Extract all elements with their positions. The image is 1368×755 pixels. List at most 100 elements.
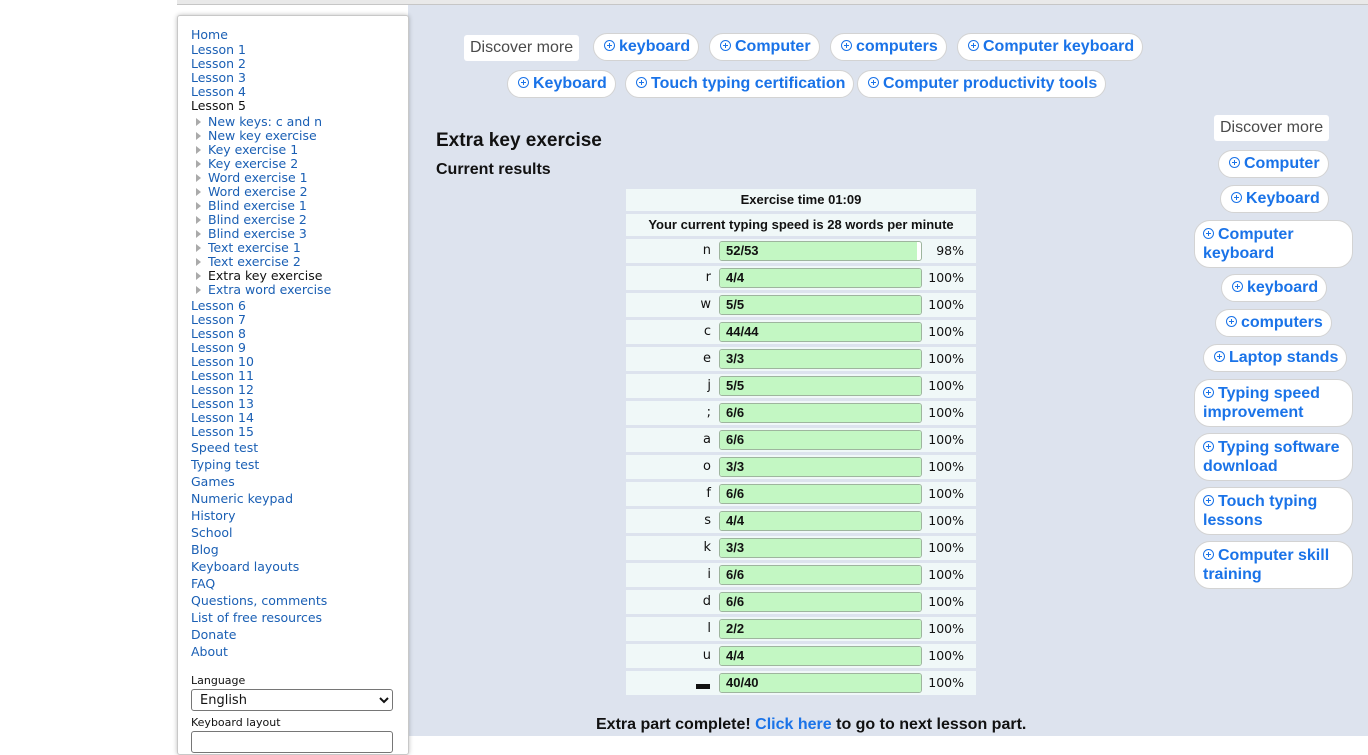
nav-link-faq[interactable]: FAQ	[191, 575, 331, 592]
accuracy-progress-bar: 40/40	[719, 673, 922, 693]
key-accuracy-percent: 100%	[928, 486, 964, 501]
discover-pill-touch-typing-certification[interactable]: Touch typing certification	[625, 70, 855, 98]
nav-link-donate[interactable]: Donate	[191, 626, 331, 643]
space-key-icon	[696, 684, 710, 689]
discover-pill-computer-productivity-tools[interactable]: Computer productivity tools	[857, 70, 1107, 98]
nav-link-lesson-10[interactable]: Lesson 10	[191, 355, 331, 369]
nav-link-about[interactable]: About	[191, 643, 331, 660]
sub-link-blind-exercise-2[interactable]: Blind exercise 2	[191, 213, 331, 227]
discover-pill-computers[interactable]: computers	[1215, 309, 1332, 337]
nav-link-speed-test[interactable]: Speed test	[191, 439, 331, 456]
nav-link-history[interactable]: History	[191, 507, 331, 524]
nav-item: List of free resources	[191, 609, 331, 626]
nav-link-lesson-1[interactable]: Lesson 1	[191, 43, 331, 57]
plus-circle-icon	[518, 77, 529, 88]
language-select[interactable]: English	[191, 689, 393, 711]
nav-link-questions-comments[interactable]: Questions, comments	[191, 592, 331, 609]
discover-pill-computer-keyboard[interactable]: Computer keyboard	[1194, 220, 1353, 268]
progress-fill	[720, 512, 921, 530]
key-accuracy-percent: 100%	[928, 378, 964, 393]
sub-link-extra-word-exercise[interactable]: Extra word exercise	[191, 283, 331, 297]
key-char: k	[703, 540, 711, 555]
discover-more-label-side: Discover more	[1214, 115, 1330, 141]
nav-item: Home	[191, 26, 331, 43]
sub-link-new-key-exercise[interactable]: New key exercise	[191, 129, 331, 143]
nav-link-lesson-8[interactable]: Lesson 8	[191, 327, 331, 341]
nav-item: Questions, comments	[191, 592, 331, 609]
nav-link-lesson-3[interactable]: Lesson 3	[191, 71, 331, 85]
nav-link-blog[interactable]: Blog	[191, 541, 331, 558]
nav-item: Lesson 11	[191, 369, 331, 383]
sub-link-word-exercise-1[interactable]: Word exercise 1	[191, 171, 331, 185]
nav-link-lesson-7[interactable]: Lesson 7	[191, 313, 331, 327]
key-accuracy-percent: 100%	[928, 405, 964, 420]
nav-link-lesson-6[interactable]: Lesson 6	[191, 299, 331, 313]
nav-link-lesson-12[interactable]: Lesson 12	[191, 383, 331, 397]
nav-link-lesson-11[interactable]: Lesson 11	[191, 369, 331, 383]
sidebar-nav: Home Lesson 1 Lesson 2 Lesson 3 Lesson 4 Less…	[191, 26, 331, 660]
key-score: 5/5	[726, 378, 745, 393]
sub-link-text-exercise-1[interactable]: Text exercise 1	[191, 241, 331, 255]
discover-pill-computer[interactable]: Computer	[709, 33, 820, 61]
discover-pill-touch-typing-lessons[interactable]: Touch typing lessons	[1194, 487, 1353, 535]
plus-circle-icon	[841, 40, 852, 51]
plus-circle-icon	[1232, 281, 1243, 292]
accuracy-progress-bar: 6/6	[719, 592, 922, 612]
nav-link-lesson-9[interactable]: Lesson 9	[191, 341, 331, 355]
expand-triangle-icon	[196, 216, 201, 224]
key-score: 6/6	[726, 567, 745, 582]
key-result-row: r 4/4 100%	[626, 266, 976, 290]
expand-triangle-icon	[196, 174, 201, 182]
discover-pill-keyboard[interactable]: keyboard	[593, 33, 700, 61]
nav-link-lesson-13[interactable]: Lesson 13	[191, 397, 331, 411]
keyboard-layout-select[interactable]	[191, 731, 393, 753]
discover-pill-laptop-stands[interactable]: Laptop stands	[1203, 344, 1348, 372]
sub-link-word-exercise-2[interactable]: Word exercise 2	[191, 185, 331, 199]
accuracy-progress-bar: 6/6	[719, 403, 922, 423]
sub-link-key-exercise-1[interactable]: Key exercise 1	[191, 143, 331, 157]
nav-link-home[interactable]: Home	[191, 26, 331, 43]
nav-link-typing-test[interactable]: Typing test	[191, 456, 331, 473]
discover-pill-computer-skill-training[interactable]: Computer skill training	[1194, 541, 1353, 589]
discover-pill-keyboard[interactable]: keyboard	[1221, 274, 1328, 302]
discover-pill-computer-keyboard[interactable]: Computer keyboard	[957, 33, 1144, 61]
page-title: Extra key exercise	[436, 130, 602, 151]
key-result-row: f 6/6 100%	[626, 482, 976, 506]
key-score: 44/44	[726, 324, 759, 339]
discover-pill-keyboard[interactable]: Keyboard	[1220, 185, 1329, 213]
sub-link-text-exercise-2[interactable]: Text exercise 2	[191, 255, 331, 269]
nav-link-list-of-free-resources[interactable]: List of free resources	[191, 609, 331, 626]
next-part-link[interactable]: Click here	[755, 716, 831, 733]
sub-link-blind-exercise-3[interactable]: Blind exercise 3	[191, 227, 331, 241]
sub-nav-item: Word exercise 1	[191, 171, 331, 185]
sub-link-new-keys-c-and-n[interactable]: New keys: c and n	[191, 115, 331, 129]
pill-label: Typing speed improvement	[1203, 385, 1320, 421]
plus-circle-icon	[1203, 549, 1214, 560]
discover-pill-keyboard[interactable]: Keyboard	[507, 70, 616, 98]
pill-label: keyboard	[619, 38, 691, 55]
sub-link-key-exercise-2[interactable]: Key exercise 2	[191, 157, 331, 171]
expand-triangle-icon	[196, 132, 201, 140]
sub-link-blind-exercise-1[interactable]: Blind exercise 1	[191, 199, 331, 213]
nav-link-school[interactable]: School	[191, 524, 331, 541]
key-accuracy-percent: 100%	[928, 270, 964, 285]
nav-link-games[interactable]: Games	[191, 473, 331, 490]
nav-link-lesson-2[interactable]: Lesson 2	[191, 57, 331, 71]
nav-link-lesson-4[interactable]: Lesson 4	[191, 85, 331, 99]
discover-pill-computers[interactable]: computers	[830, 33, 947, 61]
discover-pill-computer[interactable]: Computer	[1218, 150, 1329, 178]
lesson-sub-nav: New keys: c and n New key exercise Key exe…	[191, 115, 331, 297]
key-result-row: j 5/5 100%	[626, 374, 976, 398]
nav-link-keyboard-layouts[interactable]: Keyboard layouts	[191, 558, 331, 575]
discover-pill-typing-software-download[interactable]: Typing software download	[1194, 433, 1353, 481]
nav-link-lesson-15[interactable]: Lesson 15	[191, 425, 331, 439]
expand-triangle-icon	[196, 146, 201, 154]
sub-link-label: Key exercise 1	[208, 142, 299, 157]
progress-fill	[720, 485, 921, 503]
sub-link-label: Key exercise 2	[208, 156, 299, 171]
key-result-row: i 6/6 100%	[626, 563, 976, 587]
discover-pill-typing-speed-improvement[interactable]: Typing speed improvement	[1194, 379, 1353, 427]
nav-link-numeric-keypad[interactable]: Numeric keypad	[191, 490, 331, 507]
nav-link-lesson-14[interactable]: Lesson 14	[191, 411, 331, 425]
nav-item: Games	[191, 473, 331, 490]
